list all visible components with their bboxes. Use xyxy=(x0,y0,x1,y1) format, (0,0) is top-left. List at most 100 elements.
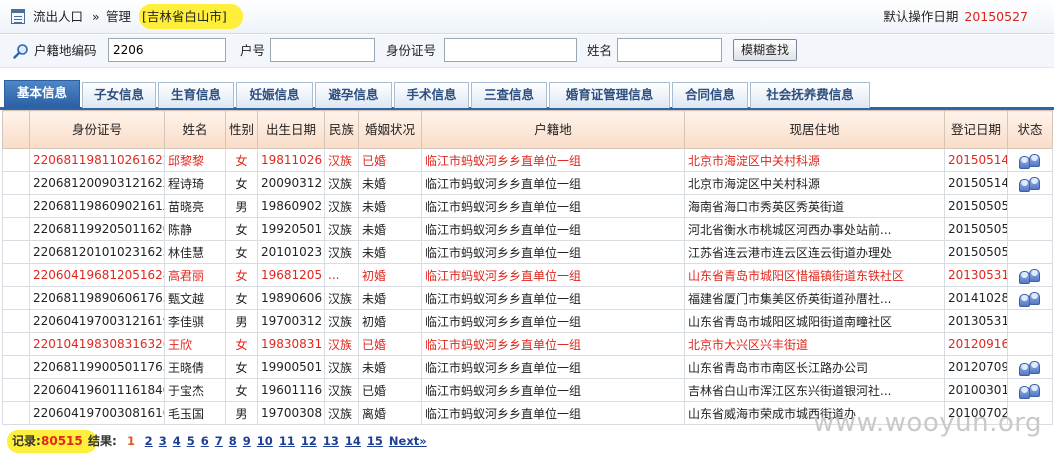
column-header-birth-date[interactable]: 出生日期 xyxy=(257,110,325,149)
page-link[interactable]: 2 xyxy=(145,434,153,448)
page-link[interactable]: 14 xyxy=(345,434,361,448)
cell-ethnicity: 汉族 xyxy=(324,355,359,379)
column-header-registration-date[interactable]: 登记日期 xyxy=(944,110,1008,149)
cell-ethnicity: 汉族 xyxy=(324,286,359,310)
table-row[interactable]: 220604196011161840 于宝杰女 19601116 汉族 已婚 临江市蚂蚁河… xyxy=(2,378,1053,402)
table-row[interactable]: 22068120090312162X 程诗琦女 20090312 汉族 未婚 临江市蚂蚁河… xyxy=(2,171,1053,195)
cell-registration-date: 20150514 xyxy=(944,148,1008,172)
page-link[interactable]: 3 xyxy=(159,434,167,448)
records-count: 80515 xyxy=(41,434,83,448)
cell-hukou: 临江市蚂蚁河乡乡直单位一组 xyxy=(421,217,685,241)
column-header-hukou[interactable]: 户籍地 xyxy=(421,110,685,149)
cell-ethnicity: ... xyxy=(324,263,359,287)
operation-date: 默认操作日期 20150527 xyxy=(883,8,1028,26)
cell-registration-date: 20120916 xyxy=(944,332,1008,356)
next-page-link[interactable]: Next» xyxy=(389,434,427,448)
table-row[interactable]: 220604196812051628 高君丽女 19681205... 初婚 临江市蚂蚁… xyxy=(2,263,1053,287)
cell-name: 王欣 xyxy=(164,332,226,356)
cell-birth-date: 19920501 xyxy=(257,217,325,241)
column-header-sex[interactable]: 性别 xyxy=(225,110,258,149)
cell-ethnicity: 汉族 xyxy=(324,194,359,218)
breadcrumb-module[interactable]: 流出人口 xyxy=(33,8,83,26)
column-header-select xyxy=(2,110,30,149)
cell-birth-date: 19601116 xyxy=(257,378,325,402)
tab-surgery-info[interactable]: 手术信息 xyxy=(394,82,469,108)
page-link[interactable]: 6 xyxy=(201,434,209,448)
users-icon[interactable] xyxy=(1018,175,1042,192)
cell-select xyxy=(2,171,30,195)
cell-ethnicity: 汉族 xyxy=(324,332,359,356)
table-row[interactable]: 220681198906061765 甄文越女 19890606 汉族 未婚 临江市蚂蚁河… xyxy=(2,286,1053,310)
cell-name: 甄文越 xyxy=(164,286,226,310)
column-header-ethnicity[interactable]: 民族 xyxy=(324,110,359,149)
tab-pregnancy-info[interactable]: 妊娠信息 xyxy=(236,82,313,108)
users-icon[interactable] xyxy=(1018,267,1042,284)
table-row[interactable]: 220681199205011620 陈静女 19920501 汉族 未婚 临江市蚂蚁河乡… xyxy=(2,217,1053,241)
tab-fertility-info[interactable]: 生育信息 xyxy=(158,82,234,108)
cell-id-number: 220604196812051628 xyxy=(29,263,165,287)
page-link[interactable]: 7 xyxy=(215,434,223,448)
household-number-input[interactable] xyxy=(270,38,375,62)
users-icon[interactable] xyxy=(1018,152,1042,169)
tab-contract-info[interactable]: 合同信息 xyxy=(672,82,748,108)
table-row[interactable]: 22068119860902161X 苗晓亮男 19860902 汉族 未婚 临江市蚂蚁河… xyxy=(2,194,1053,218)
operation-date-value: 20150527 xyxy=(964,9,1028,24)
table-row[interactable]: 220681198110261622 邱黎黎女 19811026 汉族 已婚 临江市蚂蚁河… xyxy=(2,148,1053,172)
cell-marital-status: 初婚 xyxy=(358,309,422,333)
page-link[interactable]: 9 xyxy=(243,434,251,448)
cell-name: 李佳骐 xyxy=(164,309,226,333)
column-header-name[interactable]: 姓名 xyxy=(164,110,226,149)
table-row[interactable]: 220604197003121619 李佳骐男 19700312 汉族 初婚 临江市蚂蚁河… xyxy=(2,309,1053,333)
cell-residence: 北京市海淀区中关村科源 xyxy=(684,171,945,195)
id-number-input[interactable] xyxy=(444,38,577,62)
cell-birth-date: 19900501 xyxy=(257,355,325,379)
users-icon[interactable] xyxy=(1018,290,1042,307)
users-icon[interactable] xyxy=(1018,359,1042,376)
table-row[interactable]: 220681201010231623 林佳慧女 20101023 汉族 未婚 临江市蚂蚁河… xyxy=(2,240,1053,264)
cell-select xyxy=(2,148,30,172)
page-link[interactable]: 11 xyxy=(279,434,295,448)
cell-status xyxy=(1007,355,1053,379)
page-link[interactable]: 8 xyxy=(229,434,237,448)
tab-marriage-certificate-info[interactable]: 婚育证管理信息 xyxy=(549,82,670,108)
page-link[interactable]: 10 xyxy=(257,434,273,448)
column-header-marital-status[interactable]: 婚姻状况 xyxy=(358,110,422,149)
page-link[interactable]: 15 xyxy=(367,434,383,448)
table-row[interactable]: 220681199005011765 王晓倩女 19900501 汉族 未婚 临江市蚂蚁河… xyxy=(2,355,1053,379)
fuzzy-search-button[interactable]: 模糊查找 xyxy=(733,39,797,61)
name-input[interactable] xyxy=(617,38,722,62)
page-link[interactable]: 4 xyxy=(173,434,181,448)
column-header-residence[interactable]: 现居住地 xyxy=(684,110,945,149)
hukou-code-input[interactable] xyxy=(108,38,226,62)
region-name: [吉林省白山市] xyxy=(142,9,227,24)
tab-bar: 基本信息 子女信息 生育信息 妊娠信息 避孕信息 手术信息 三查信息 婚育证管理… xyxy=(0,80,1054,110)
cell-select xyxy=(2,286,30,310)
tab-social-support-fee-info[interactable]: 社会抚养费信息 xyxy=(750,82,870,108)
column-header-status[interactable]: 状态 xyxy=(1007,110,1053,149)
cell-sex: 女 xyxy=(225,355,258,379)
page-link[interactable]: 5 xyxy=(187,434,195,448)
cell-registration-date: 20130531 xyxy=(944,263,1008,287)
page-link[interactable]: 13 xyxy=(323,434,339,448)
tab-children-info[interactable]: 子女信息 xyxy=(82,82,156,108)
cell-marital-status: 初婚 xyxy=(358,263,422,287)
cell-birth-date: 19890606 xyxy=(257,286,325,310)
cell-hukou: 临江市蚂蚁河乡乡直单位一组 xyxy=(421,240,685,264)
cell-name: 邱黎黎 xyxy=(164,148,226,172)
tab-contraception-info[interactable]: 避孕信息 xyxy=(315,82,392,108)
cell-birth-date: 20090312 xyxy=(257,171,325,195)
page-link[interactable]: 12 xyxy=(301,434,317,448)
users-icon[interactable] xyxy=(1018,382,1042,399)
cell-name: 王晓倩 xyxy=(164,355,226,379)
cell-residence: 海南省海口市秀英区秀英街道 xyxy=(684,194,945,218)
cell-name: 陈静 xyxy=(164,217,226,241)
table-row[interactable]: 220104198308316326 王欣女 19830831 汉族 已婚 临江市蚂蚁河乡… xyxy=(2,332,1053,356)
cell-select xyxy=(2,194,30,218)
cell-id-number: 220604196011161840 xyxy=(29,378,165,402)
cell-ethnicity: 汉族 xyxy=(324,378,359,402)
tab-three-checks-info[interactable]: 三查信息 xyxy=(471,82,547,108)
tab-basic-info[interactable]: 基本信息 xyxy=(4,80,80,108)
column-header-id-number[interactable]: 身份证号 xyxy=(29,110,165,149)
cell-sex: 女 xyxy=(225,378,258,402)
cell-ethnicity: 汉族 xyxy=(324,171,359,195)
